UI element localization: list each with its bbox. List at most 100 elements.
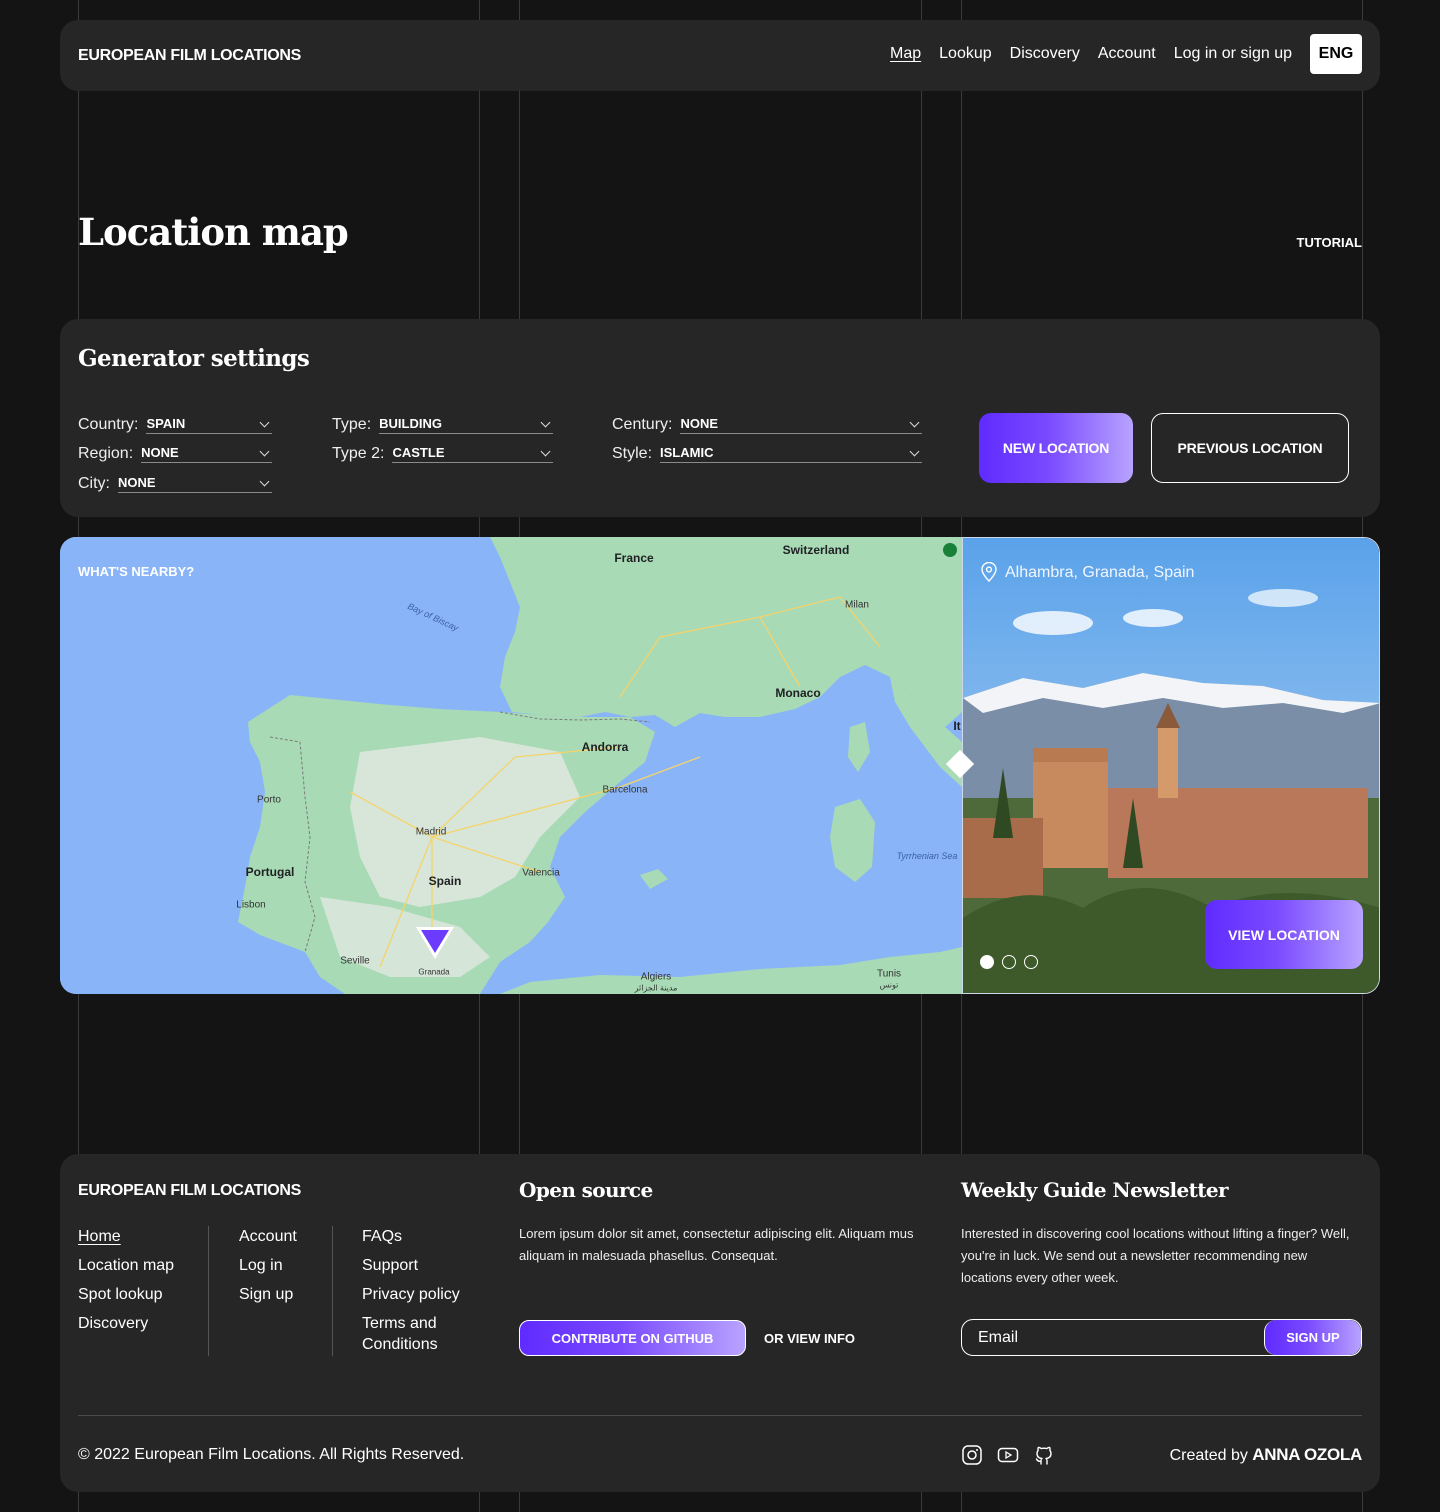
- city-select[interactable]: NONE: [118, 473, 272, 493]
- whats-nearby-link[interactable]: WHAT'S NEARBY?: [78, 564, 194, 579]
- designer-credit: Created by ANNA OZOLA: [1169, 1445, 1363, 1465]
- city-value: NONE: [118, 475, 156, 490]
- page-title: Location map: [78, 210, 349, 254]
- location-photo-card: Alhambra, Granada, Spain VIEW LOCATION: [962, 537, 1380, 994]
- map-label-porto: Porto: [257, 794, 281, 806]
- social-links: [961, 1444, 1055, 1466]
- footer-links-help: FAQs Support Privacy policy Terms and Co…: [362, 1226, 492, 1359]
- footer-link-account[interactable]: Account: [239, 1226, 332, 1247]
- style-select[interactable]: ISLAMIC: [660, 443, 922, 463]
- carousel-dot-1[interactable]: [980, 955, 994, 969]
- chevron-down-icon: [540, 417, 551, 428]
- map-label-valencia: Valencia: [522, 867, 560, 879]
- map-label-spain: Spain: [428, 874, 462, 888]
- chevron-down-icon: [259, 476, 270, 487]
- youtube-icon[interactable]: [997, 1444, 1019, 1466]
- map-label-france: France: [614, 551, 654, 565]
- nav-link-account[interactable]: Account: [1098, 45, 1156, 63]
- previous-location-button[interactable]: PREVIOUS LOCATION: [1151, 413, 1349, 483]
- country-select[interactable]: SPAIN: [146, 414, 272, 434]
- century-select[interactable]: NONE: [680, 414, 922, 434]
- carousel-dot-3[interactable]: [1024, 955, 1038, 969]
- map-label-barcelona: Barcelona: [602, 784, 648, 796]
- country-label: Country:: [78, 416, 139, 433]
- nav-link-map[interactable]: Map: [890, 45, 921, 63]
- footer-link-login[interactable]: Log in: [239, 1255, 332, 1276]
- chevron-down-icon: [540, 446, 551, 457]
- map-label-milan: Milan: [845, 599, 869, 611]
- map-canvas: [60, 537, 962, 994]
- map-label-tyrrhenian-sea: Tyrrhenian Sea: [896, 851, 958, 861]
- new-location-button[interactable]: NEW LOCATION: [979, 413, 1133, 483]
- map-label-granada: Granada: [418, 967, 450, 977]
- region-label: Region:: [78, 445, 134, 462]
- footer-link-privacy[interactable]: Privacy policy: [362, 1284, 492, 1305]
- instagram-icon[interactable]: [961, 1444, 983, 1466]
- footer-link-terms[interactable]: Terms and Conditions: [362, 1313, 472, 1355]
- footer-links-account: Account Log in Sign up: [239, 1226, 333, 1356]
- footer-link-spot-lookup[interactable]: Spot lookup: [78, 1284, 208, 1305]
- nav-link-login[interactable]: Log in or sign up: [1174, 45, 1292, 63]
- footer-links-main: Home Location map Spot lookup Discovery: [78, 1226, 209, 1356]
- carousel-dots: [980, 955, 1038, 969]
- brand-logo[interactable]: EUROPEAN FILM LOCATIONS: [78, 47, 301, 65]
- type-field: Type: BUILDING: [332, 412, 553, 434]
- footer-link-faqs[interactable]: FAQs: [362, 1226, 492, 1247]
- city-label: City:: [78, 475, 110, 492]
- main-nav: Map Lookup Discovery Account Log in or s…: [890, 34, 1362, 74]
- century-value: NONE: [680, 416, 719, 431]
- chevron-down-icon: [259, 446, 270, 457]
- map-label-switzerland: Switzerland: [782, 543, 850, 557]
- region-select[interactable]: NONE: [141, 443, 272, 463]
- type2-select[interactable]: CASTLE: [392, 443, 553, 463]
- footer-brand[interactable]: EUROPEAN FILM LOCATIONS: [78, 1182, 301, 1200]
- map-label-algiers: Algiers: [640, 971, 672, 983]
- chevron-down-icon: [259, 417, 270, 428]
- email-input[interactable]: [962, 1320, 1262, 1355]
- type2-label: Type 2:: [332, 445, 385, 462]
- contribute-github-button[interactable]: CONTRIBUTE ON GITHUB: [519, 1320, 746, 1356]
- language-button[interactable]: ENG: [1310, 34, 1362, 74]
- nav-link-discovery[interactable]: Discovery: [1010, 45, 1080, 63]
- newsletter-text: Interested in discovering cool locations…: [961, 1226, 1350, 1285]
- style-field: Style: ISLAMIC: [612, 441, 922, 463]
- map-label-andorra: Andorra: [581, 740, 629, 754]
- carousel-dot-2[interactable]: [1002, 955, 1016, 969]
- region-value: NONE: [141, 445, 179, 460]
- credit-name[interactable]: ANNA OZOLA: [1252, 1445, 1362, 1464]
- map-label-tunis: Tunis: [876, 968, 902, 980]
- country-field: Country: SPAIN: [78, 412, 272, 434]
- style-label: Style:: [612, 445, 653, 462]
- map-pin-icon: [980, 561, 998, 587]
- newsletter-title: Weekly Guide Newsletter: [961, 1178, 1229, 1202]
- newsletter-signup-button[interactable]: SIGN UP: [1264, 1320, 1361, 1355]
- type-select[interactable]: BUILDING: [379, 414, 553, 434]
- footer-link-discovery[interactable]: Discovery: [78, 1313, 208, 1334]
- footer-link-home[interactable]: Home: [78, 1226, 208, 1247]
- chevron-down-icon: [909, 417, 920, 428]
- generator-settings-panel: Generator settings Country: SPAIN Region…: [60, 319, 1380, 517]
- footer-link-location-map[interactable]: Location map: [78, 1255, 208, 1276]
- generator-title: Generator settings: [78, 345, 310, 372]
- map-label-italy: It: [953, 719, 961, 733]
- credit-prefix: Created by: [1169, 1447, 1248, 1464]
- region-field: Region: NONE: [78, 441, 272, 463]
- view-location-button[interactable]: VIEW LOCATION: [1205, 900, 1363, 969]
- nav-link-lookup[interactable]: Lookup: [939, 45, 992, 63]
- footer-link-signup[interactable]: Sign up: [239, 1284, 332, 1305]
- map-label-madrid: Madrid: [415, 826, 447, 838]
- type2-field: Type 2: CASTLE: [332, 441, 553, 463]
- city-field: City: NONE: [78, 471, 272, 493]
- footer: EUROPEAN FILM LOCATIONS Home Location ma…: [60, 1154, 1380, 1492]
- location-name: Alhambra, Granada, Spain: [1005, 564, 1195, 581]
- map-label-algiers-ar: مدينة الجزائر: [634, 983, 678, 993]
- copyright-text: © 2022 European Film Locations. All Righ…: [78, 1446, 465, 1463]
- century-label: Century:: [612, 416, 673, 433]
- open-source-title: Open source: [519, 1178, 653, 1202]
- github-icon[interactable]: [1033, 1444, 1055, 1466]
- footer-link-support[interactable]: Support: [362, 1255, 492, 1276]
- tutorial-link[interactable]: TUTORIAL: [1297, 235, 1362, 250]
- open-source-text: Lorem ipsum dolor sit amet, consectetur …: [519, 1226, 914, 1263]
- view-info-link[interactable]: OR VIEW INFO: [764, 1331, 855, 1346]
- location-map[interactable]: WHAT'S NEARBY? France Switzerland Milan …: [60, 537, 962, 994]
